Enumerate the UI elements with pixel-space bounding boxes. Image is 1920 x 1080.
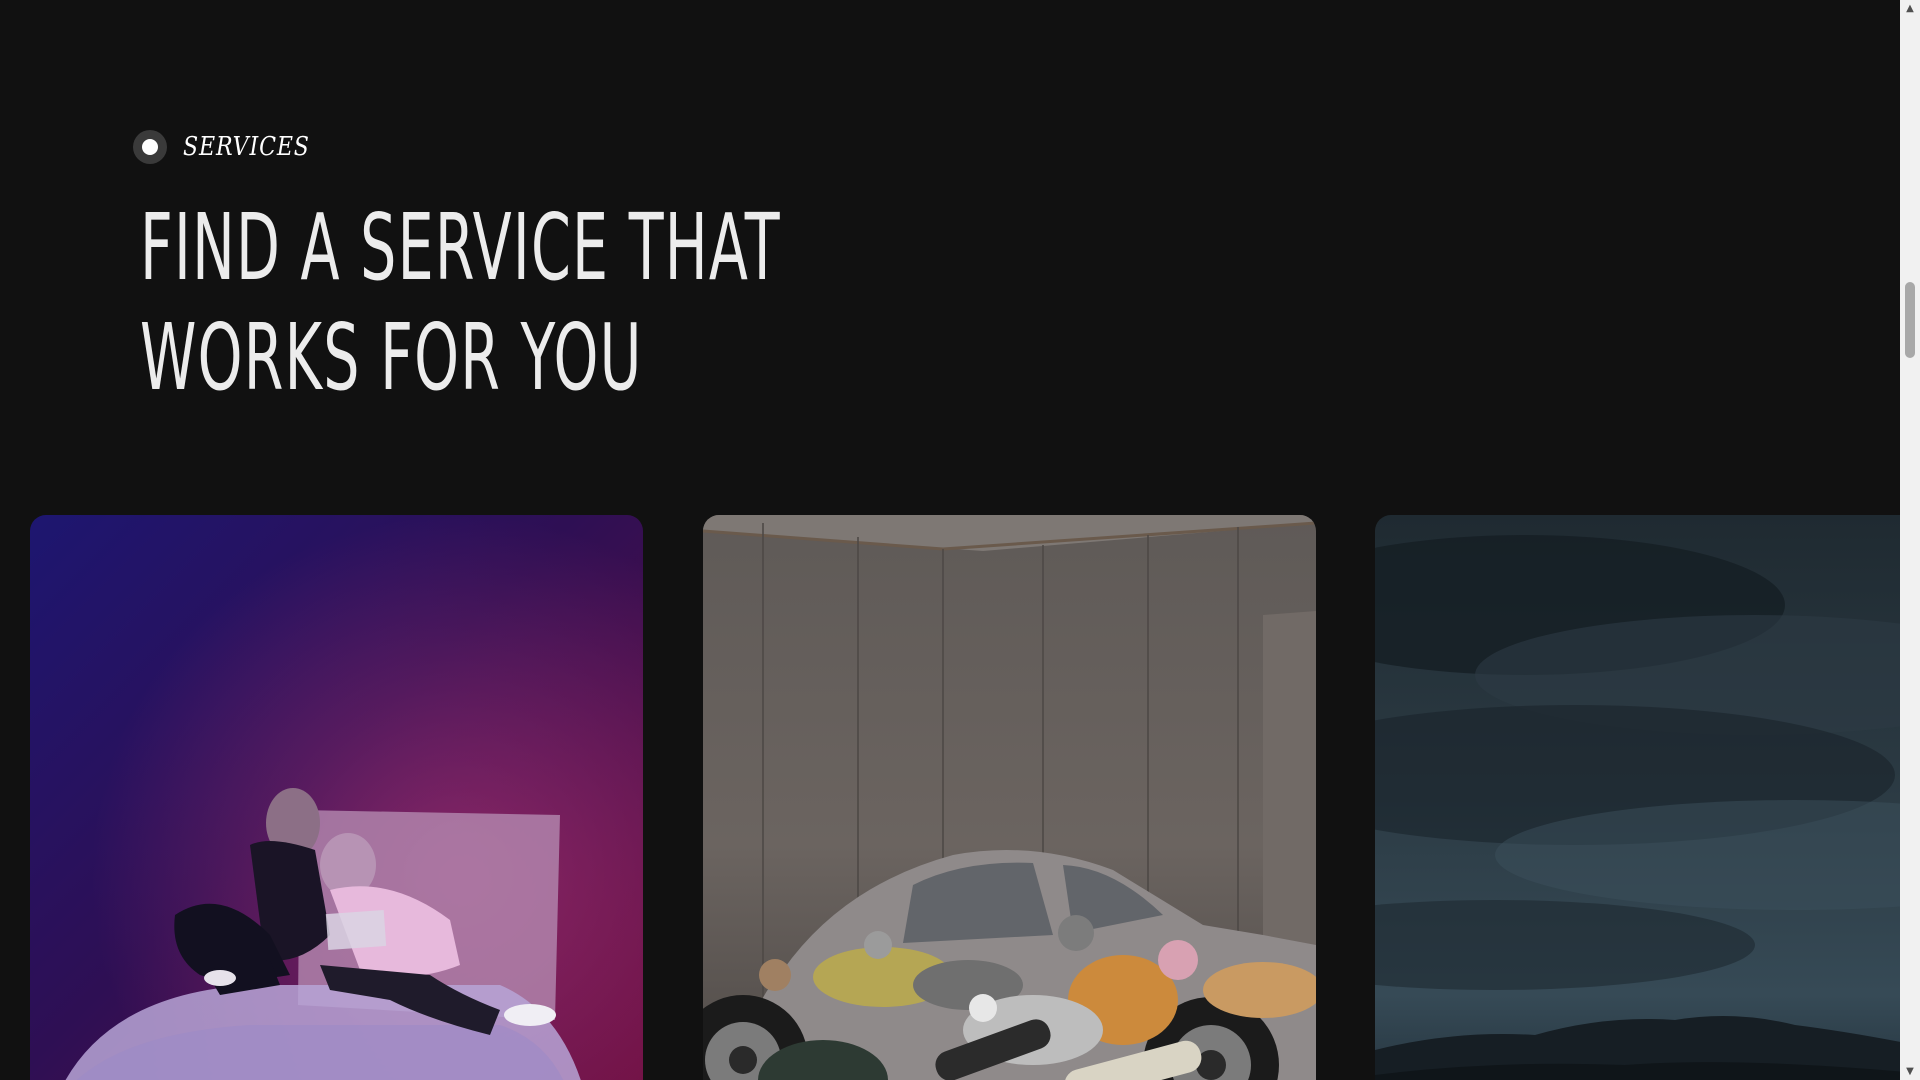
- section-eyebrow: SERVICES: [133, 130, 332, 164]
- scrollbar-thumb[interactable]: [1905, 282, 1915, 358]
- service-card-3[interactable]: [1375, 515, 1900, 1080]
- section-heading: FIND A SERVICE THAT WORKS FOR YOU: [140, 193, 781, 413]
- scroll-up-arrow-icon[interactable]: ▲: [1900, 0, 1920, 17]
- page: SERVICES FIND A SERVICE THAT WORKS FOR Y…: [0, 0, 1900, 1080]
- card-3-image: [1375, 535, 1900, 1080]
- service-card-1[interactable]: [30, 515, 643, 1080]
- card-1-image: [30, 515, 643, 1080]
- bullet-dot-inner: [142, 139, 158, 155]
- bullet-dot-icon: [133, 130, 167, 164]
- card-2-image: [703, 515, 1316, 1080]
- heading-line-2: WORKS FOR YOU: [140, 304, 643, 411]
- heading-line-1: FIND A SERVICE THAT: [140, 194, 781, 301]
- service-cards: [30, 515, 1900, 1080]
- eyebrow-label: SERVICES: [183, 132, 310, 162]
- service-card-2[interactable]: [703, 515, 1316, 1080]
- scroll-down-arrow-icon[interactable]: ▼: [1900, 1063, 1920, 1080]
- page-scrollbar[interactable]: ▲ ▼: [1900, 0, 1920, 1080]
